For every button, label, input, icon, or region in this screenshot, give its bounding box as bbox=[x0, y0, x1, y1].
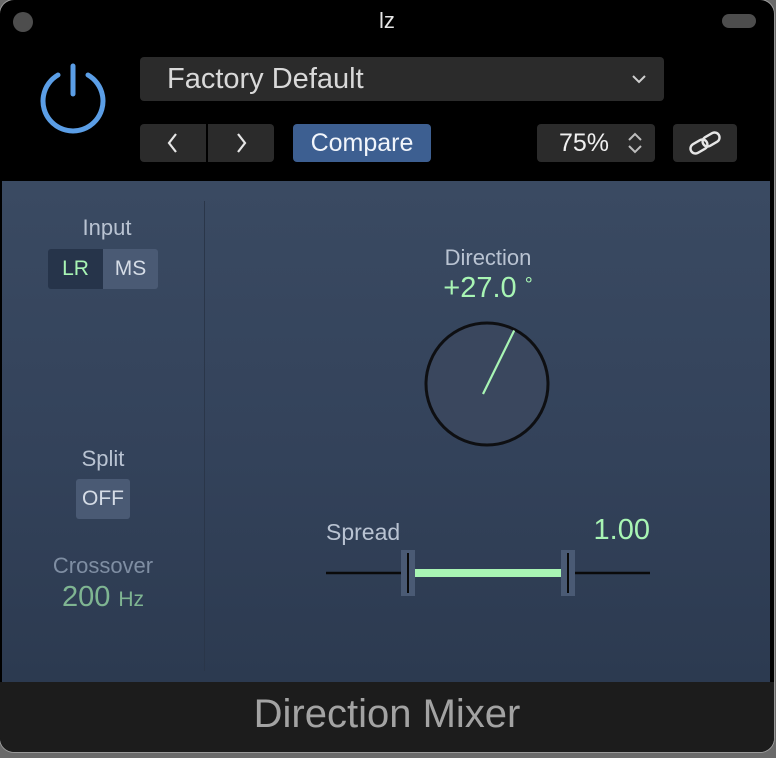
input-option-ms[interactable]: MS bbox=[103, 249, 158, 289]
stepper-icon bbox=[628, 132, 642, 154]
zoom-select[interactable]: 75% bbox=[537, 124, 655, 162]
link-icon bbox=[689, 131, 721, 155]
crossover-unit: Hz bbox=[118, 588, 145, 611]
crossover-value[interactable]: 200 Hz bbox=[22, 581, 184, 614]
spread-handle-left[interactable] bbox=[401, 550, 415, 596]
chevron-right-icon bbox=[237, 133, 247, 153]
plugin-name-footer: Direction Mixer bbox=[0, 682, 774, 752]
plugin-window: lz Factory Default Compare 75% Input LR … bbox=[0, 0, 774, 752]
plugin-panel: Input LR MS Split OFF Crossover 200 Hz D… bbox=[2, 181, 770, 682]
direction-number: +27.0 bbox=[443, 272, 517, 304]
title-bar: lz bbox=[0, 0, 774, 44]
compare-button[interactable]: Compare bbox=[293, 124, 431, 162]
preset-menu[interactable]: Factory Default bbox=[140, 57, 664, 101]
direction-label: Direction bbox=[444, 245, 532, 270]
spread-slider[interactable] bbox=[326, 549, 650, 597]
power-icon[interactable] bbox=[36, 60, 110, 134]
window-control-pill[interactable] bbox=[722, 14, 756, 28]
next-preset-button[interactable] bbox=[208, 124, 274, 162]
crossover-label: Crossover bbox=[52, 553, 154, 578]
preset-name: Factory Default bbox=[167, 63, 364, 95]
split-label: Split bbox=[81, 446, 125, 471]
zoom-value: 75% bbox=[559, 129, 610, 157]
input-mode-selector: LR MS bbox=[48, 249, 158, 289]
chevron-down-icon bbox=[632, 75, 646, 84]
previous-preset-button[interactable] bbox=[140, 124, 206, 162]
spread-label: Spread bbox=[326, 519, 401, 545]
window-title: lz bbox=[379, 8, 395, 33]
panel-divider bbox=[204, 201, 205, 671]
input-option-lr[interactable]: LR bbox=[48, 249, 103, 289]
spread-handle-right[interactable] bbox=[561, 550, 575, 596]
input-label: Input bbox=[82, 215, 132, 240]
direction-unit: ° bbox=[524, 274, 533, 296]
crossover-number: 200 bbox=[61, 581, 111, 613]
spread-value: 1.00 bbox=[593, 514, 650, 546]
split-toggle[interactable]: OFF bbox=[76, 479, 130, 519]
direction-knob[interactable] bbox=[422, 319, 552, 449]
chevron-left-icon bbox=[167, 133, 177, 153]
direction-value: +27.0 ° bbox=[338, 272, 638, 305]
link-button[interactable] bbox=[673, 124, 737, 162]
